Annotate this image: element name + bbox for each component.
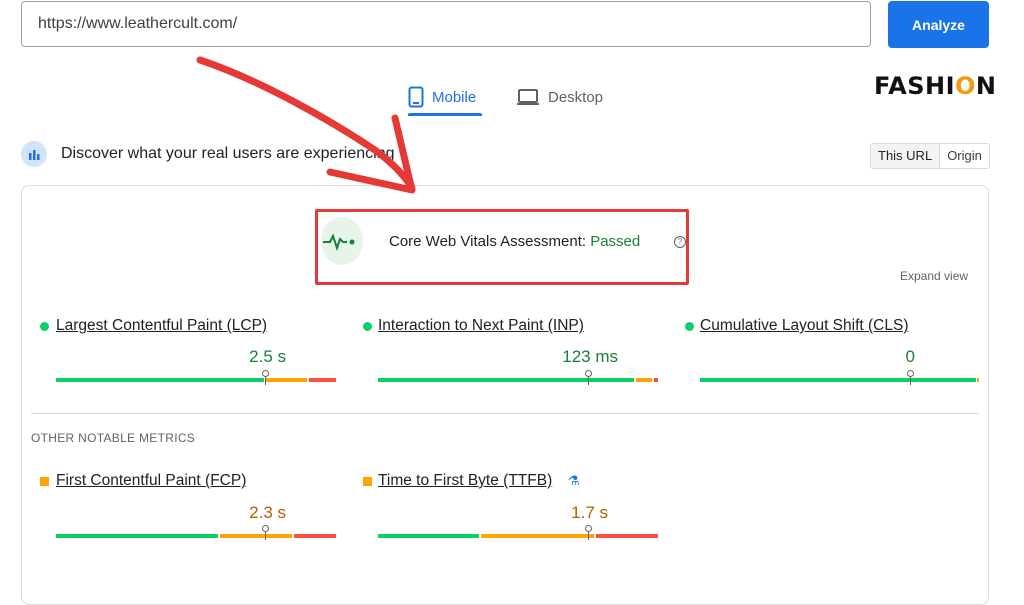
red-annotation-arrow bbox=[196, 56, 416, 194]
highlight-box bbox=[315, 209, 689, 285]
